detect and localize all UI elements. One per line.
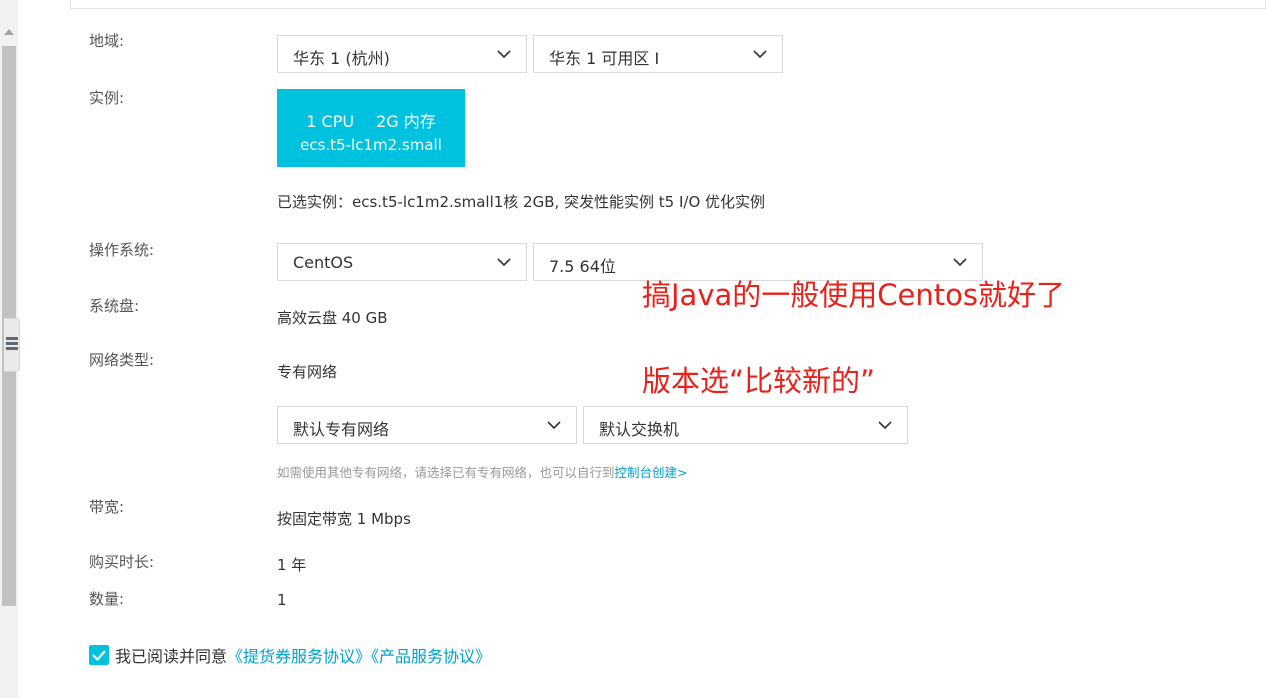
zone-select[interactable]: 华东 1 可用区 I	[533, 35, 783, 73]
vswitch-select-value: 默认交换机	[599, 420, 680, 439]
network-label: 网络类型:	[89, 351, 155, 369]
disk-label: 系统盘:	[89, 297, 140, 315]
instance-type-name: ecs.t5-lc1m2.small	[300, 136, 442, 154]
vpc-select-value: 默认专有网络	[293, 420, 390, 439]
os-select-value: CentOS	[293, 253, 354, 272]
duration-value: 1 年	[277, 556, 307, 574]
network-type-value: 专有网络	[277, 363, 338, 381]
os-select[interactable]: CentOS	[277, 243, 527, 281]
bandwidth-label: 带宽:	[89, 498, 125, 516]
voucher-agreement-link[interactable]: 《提货券服务协议》	[227, 647, 371, 666]
container-outline	[70, 0, 1266, 9]
annotation-centos-note: 搞Java的一般使用Centos就好了	[642, 278, 1065, 312]
vpc-select[interactable]: 默认专有网络	[277, 406, 577, 444]
instance-memory: 2G 内存	[376, 112, 436, 131]
side-panel-toggle[interactable]	[4, 318, 20, 372]
network-hint: 如需使用其他专有网络，请选择已有专有网络，也可以自行到控制台创建>	[277, 462, 688, 481]
product-agreement-link[interactable]: 《产品服务协议》	[371, 647, 491, 666]
agreement-label: 我已阅读并同意	[115, 647, 228, 666]
chevron-down-icon	[878, 421, 892, 430]
check-icon	[92, 650, 106, 662]
agreement-text: 我已阅读并同意《提货券服务协议》《产品服务协议》	[115, 643, 491, 667]
os-version-select-value: 7.5 64位	[549, 257, 616, 276]
vswitch-select[interactable]: 默认交换机	[583, 406, 908, 444]
scroll-up-arrow-icon[interactable]	[4, 29, 14, 35]
region-select-value: 华东 1 (杭州)	[293, 49, 390, 68]
instance-spec: 1 CPU 2G 内存	[277, 108, 465, 132]
network-hint-text: 如需使用其他专有网络，请选择已有专有网络，也可以自行到	[277, 465, 615, 480]
chevron-down-icon	[497, 50, 511, 59]
os-label: 操作系统:	[89, 241, 155, 259]
list-icon	[6, 337, 18, 353]
chevron-down-icon	[497, 258, 511, 267]
console-create-link[interactable]: 控制台创建>	[615, 465, 688, 480]
region-label: 地域:	[89, 32, 125, 50]
region-select[interactable]: 华东 1 (杭州)	[277, 35, 527, 73]
instance-cpu: 1 CPU	[306, 112, 355, 131]
annotation-version-note: 版本选“比较新的”	[642, 364, 876, 398]
bandwidth-value: 按固定带宽 1 Mbps	[277, 510, 411, 528]
chevron-down-icon	[753, 50, 767, 59]
chevron-down-icon	[953, 258, 967, 267]
duration-label: 购买时长:	[89, 553, 155, 571]
quantity-value: 1	[277, 591, 287, 609]
disk-value: 高效云盘 40 GB	[277, 309, 388, 327]
instance-label: 实例:	[89, 89, 125, 107]
instance-option-card[interactable]: 1 CPU 2G 内存 ecs.t5-lc1m2.small	[277, 89, 465, 167]
chevron-down-icon	[547, 421, 561, 430]
selected-instance-text: 已选实例：ecs.t5-lc1m2.small1核 2GB, 突发性能实例 t5…	[277, 193, 766, 211]
zone-select-value: 华东 1 可用区 I	[549, 49, 660, 68]
agreement-checkbox[interactable]	[89, 645, 109, 665]
quantity-label: 数量:	[89, 590, 125, 608]
